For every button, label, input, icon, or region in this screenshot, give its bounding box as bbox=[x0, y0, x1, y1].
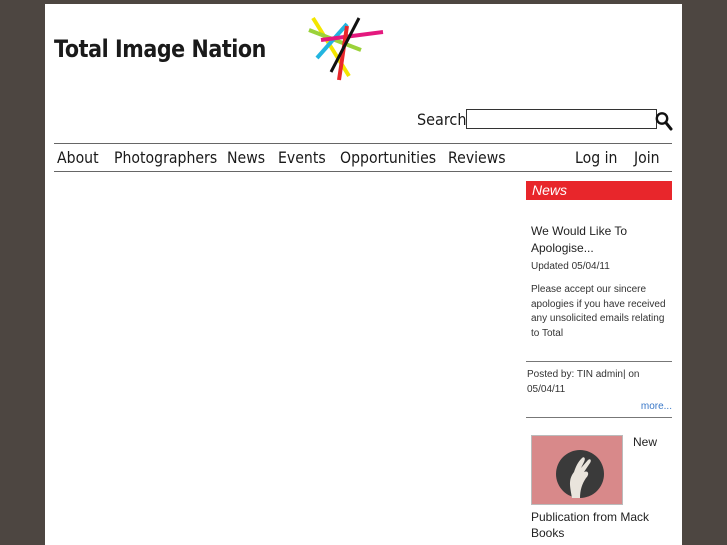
logo-mark-icon[interactable] bbox=[307, 12, 387, 84]
search-label: Search bbox=[417, 110, 467, 129]
site-logo-text[interactable]: Total Image Nation bbox=[54, 35, 266, 63]
more-link[interactable]: more... bbox=[641, 401, 672, 412]
divider bbox=[526, 361, 672, 362]
nav-item-events[interactable]: Events bbox=[278, 148, 326, 167]
nav-item-news[interactable]: News bbox=[227, 148, 265, 167]
news-article-excerpt: Please accept our sincere apologies if y… bbox=[531, 284, 666, 339]
nav-item-photographers[interactable]: Photographers bbox=[114, 148, 217, 167]
news-item-2-title[interactable]: Publication from Mack Books bbox=[531, 509, 671, 541]
hand-photo-icon bbox=[556, 450, 604, 498]
main-nav: About Photographers News Events Opportun… bbox=[54, 143, 672, 172]
search-input[interactable] bbox=[466, 109, 657, 129]
news-article-updated: Updated 05/04/11 bbox=[531, 261, 610, 272]
news-article-posted-by: Posted by: TIN admin| on 05/04/11 bbox=[527, 369, 640, 395]
nav-item-reviews[interactable]: Reviews bbox=[448, 148, 506, 167]
divider bbox=[526, 417, 672, 418]
nav-item-about[interactable]: About bbox=[57, 148, 99, 167]
news-item-thumbnail[interactable] bbox=[531, 435, 623, 505]
news-article-title[interactable]: We Would Like To Apologise... bbox=[531, 223, 656, 257]
search-icon[interactable] bbox=[655, 111, 673, 131]
nav-item-join[interactable]: Join bbox=[634, 148, 660, 167]
nav-item-log-in[interactable]: Log in bbox=[575, 148, 617, 167]
nav-item-opportunities[interactable]: Opportunities bbox=[340, 148, 436, 167]
news-header: News bbox=[526, 181, 672, 200]
page: Total Image Nation Search About Photogra… bbox=[45, 4, 682, 545]
news-item-2-first-word[interactable]: New bbox=[633, 435, 657, 449]
